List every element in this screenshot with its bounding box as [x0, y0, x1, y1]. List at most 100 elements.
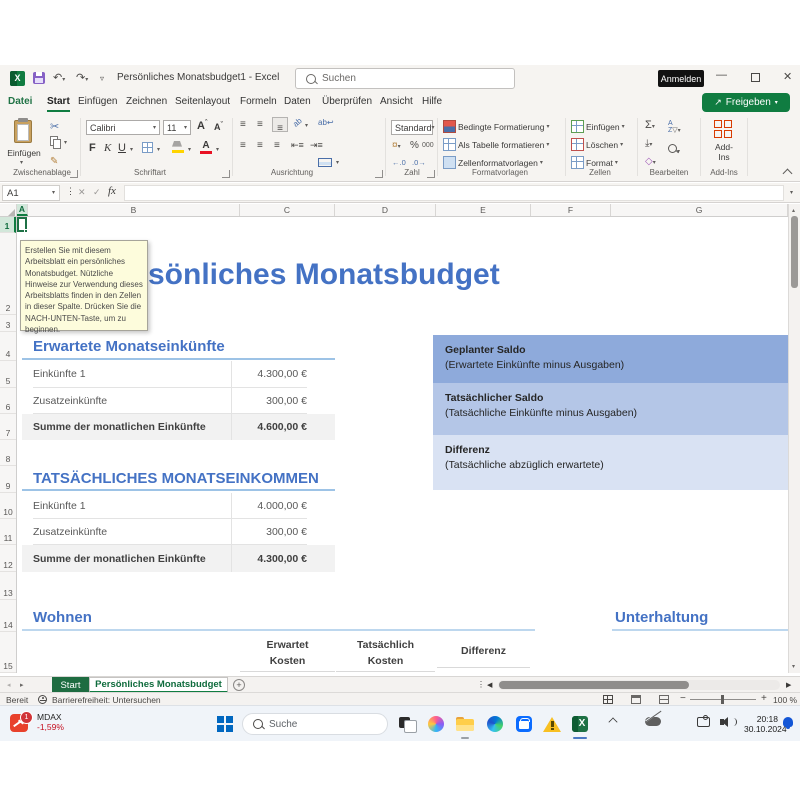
merge-center-icon[interactable]: [318, 158, 332, 167]
zoom-level[interactable]: 100 %: [773, 695, 797, 705]
merge-chevron-icon[interactable]: ▾: [336, 160, 339, 166]
column-header-d[interactable]: D: [335, 204, 436, 216]
tabbar-splitter-icon[interactable]: ⋮: [477, 680, 485, 689]
decrease-decimal-icon[interactable]: .0→: [412, 158, 426, 167]
insert-cells-button[interactable]: Einfügen▾: [571, 120, 625, 133]
addins-button[interactable]: Add-Ins: [706, 120, 742, 162]
fill-color-icon[interactable]: [172, 141, 184, 153]
clock[interactable]: 20:18 30.10.2024: [744, 714, 778, 734]
bold-button[interactable]: F: [89, 142, 96, 154]
tab-zeichnen[interactable]: Zeichnen: [126, 96, 167, 107]
task-view-button[interactable]: [396, 713, 418, 735]
fill-handle[interactable]: [24, 229, 28, 233]
column-header-g[interactable]: G: [611, 204, 788, 216]
underline-button[interactable]: U: [118, 142, 126, 154]
expected-row1-value[interactable]: 4.300,00 €: [231, 361, 307, 388]
accessibility-icon[interactable]: [38, 695, 47, 704]
tab-hilfe[interactable]: Hilfe: [422, 96, 442, 107]
comma-style-icon[interactable]: 000: [422, 142, 434, 149]
row-header-11[interactable]: 11: [0, 519, 16, 545]
card-planned-balance[interactable]: Geplanter Saldo (Erwartete Einkünfte min…: [433, 335, 788, 383]
sheet-nav-left-icon[interactable]: ◂: [7, 681, 11, 689]
tab-ueberpruefen[interactable]: Überprüfen: [322, 96, 372, 107]
expected-row2-value[interactable]: 300,00 €: [231, 388, 307, 414]
orientation-chevron-icon[interactable]: ▾: [305, 123, 308, 129]
tab-datei[interactable]: Datei: [8, 96, 32, 107]
font-size-select[interactable]: 11▾: [163, 120, 191, 135]
actual-row2-label[interactable]: Zusatzeinkünfte: [33, 519, 231, 545]
insert-function-icon[interactable]: fx: [108, 185, 116, 197]
underline-chevron-icon[interactable]: ▾: [130, 147, 133, 153]
copilot-button[interactable]: [425, 713, 447, 735]
format-as-table-button[interactable]: Als Tabelle formatieren▾: [443, 138, 549, 151]
font-dialog-launcher[interactable]: [222, 170, 230, 178]
tab-ansicht[interactable]: Ansicht: [380, 96, 413, 107]
tab-einfuegen[interactable]: Einfügen: [78, 96, 117, 107]
increase-indent-icon[interactable]: ⇥≡: [310, 140, 323, 151]
expected-row1-label[interactable]: Einkünfte 1: [33, 361, 231, 388]
restore-button[interactable]: [751, 73, 760, 82]
select-all-button[interactable]: [0, 204, 17, 217]
cost-col-actual[interactable]: TatsächlichKosten: [336, 637, 435, 672]
cut-icon[interactable]: ✂: [50, 120, 59, 133]
conditional-formatting-button[interactable]: Bedingte Formatierung▾: [443, 120, 549, 133]
wrap-text-icon[interactable]: ab↩: [318, 118, 334, 127]
hscroll-right-icon[interactable]: ▶: [786, 681, 791, 689]
titlebar-search-input[interactable]: Suchen: [295, 68, 515, 89]
align-bottom-icon[interactable]: ≡: [272, 117, 288, 132]
sort-filter-icon[interactable]: AZ▽▾: [668, 120, 681, 134]
undo-icon[interactable]: ↶▾: [53, 71, 65, 84]
sheet-tab-budget[interactable]: Persönliches Monatsbudget: [89, 677, 228, 693]
minimize-button[interactable]: —: [716, 69, 727, 81]
expected-row2-label[interactable]: Zusatzeinkünfte: [33, 388, 231, 414]
number-dialog-launcher[interactable]: [427, 170, 435, 178]
orientation-icon[interactable]: ab: [291, 116, 304, 129]
selected-cell-a1[interactable]: [17, 217, 27, 232]
row-header-7[interactable]: 7: [0, 414, 16, 440]
tab-daten[interactable]: Daten: [284, 96, 311, 107]
align-top-icon[interactable]: ≡: [240, 119, 246, 130]
view-normal-icon[interactable]: [603, 695, 613, 704]
zoom-out-button[interactable]: −: [680, 693, 686, 704]
font-name-select[interactable]: Calibri▾: [86, 120, 160, 135]
align-left-icon[interactable]: ≡: [240, 140, 246, 151]
align-middle-icon[interactable]: ≡: [257, 119, 263, 130]
fill-icon[interactable]: ⤓▾: [645, 138, 652, 149]
collapse-ribbon-icon[interactable]: [783, 169, 793, 179]
align-right-icon[interactable]: ≡: [274, 140, 280, 151]
sheet-title[interactable]: sönliches Monatsbudget: [148, 258, 500, 292]
tab-start[interactable]: Start: [47, 96, 70, 112]
row-header-12[interactable]: 12: [0, 545, 16, 572]
cost-col-expected[interactable]: ErwartetKosten: [240, 637, 335, 672]
column-header-c[interactable]: C: [240, 204, 335, 216]
accounting-format-icon[interactable]: ¤▾: [392, 140, 401, 151]
row-header-1[interactable]: 1: [0, 217, 16, 233]
new-sheet-button[interactable]: +: [233, 679, 245, 691]
row-header-14[interactable]: 14: [0, 600, 16, 632]
alignment-dialog-launcher[interactable]: [375, 170, 383, 178]
alert-app-button[interactable]: [541, 713, 563, 735]
borders-chevron-icon[interactable]: ▾: [157, 147, 160, 153]
taskbar-search-input[interactable]: Suche: [242, 713, 388, 735]
decrease-indent-icon[interactable]: ⇤≡: [291, 140, 304, 151]
actual-row2-value[interactable]: 300,00 €: [231, 519, 307, 545]
clear-icon[interactable]: ◇▾: [645, 156, 656, 167]
unterhaltung-heading[interactable]: Unterhaltung: [615, 609, 708, 626]
vertical-scroll-thumb[interactable]: [791, 216, 798, 288]
signin-button[interactable]: Anmelden: [658, 70, 704, 87]
redo-icon[interactable]: ↷▾: [76, 71, 88, 84]
name-box[interactable]: A1▾: [2, 185, 60, 201]
store-button[interactable]: [513, 713, 535, 735]
hscroll-left-icon[interactable]: ◀: [487, 681, 492, 689]
cost-col-difference[interactable]: Differenz: [437, 645, 530, 668]
tray-expand-icon[interactable]: [608, 717, 617, 726]
network-icon[interactable]: [697, 717, 710, 727]
italic-button[interactable]: K: [104, 142, 111, 154]
status-accessibility[interactable]: Barrierefreiheit: Untersuchen: [52, 695, 161, 705]
edge-button[interactable]: [484, 713, 506, 735]
expected-income-heading[interactable]: Erwartete Monatseinkünfte: [33, 338, 225, 355]
formula-expand-icon[interactable]: ▾: [790, 190, 793, 196]
close-button[interactable]: ✕: [783, 70, 792, 83]
horizontal-scrollbar[interactable]: [498, 680, 780, 690]
widgets-button[interactable]: 1 MDAX -1,59%: [10, 711, 64, 732]
